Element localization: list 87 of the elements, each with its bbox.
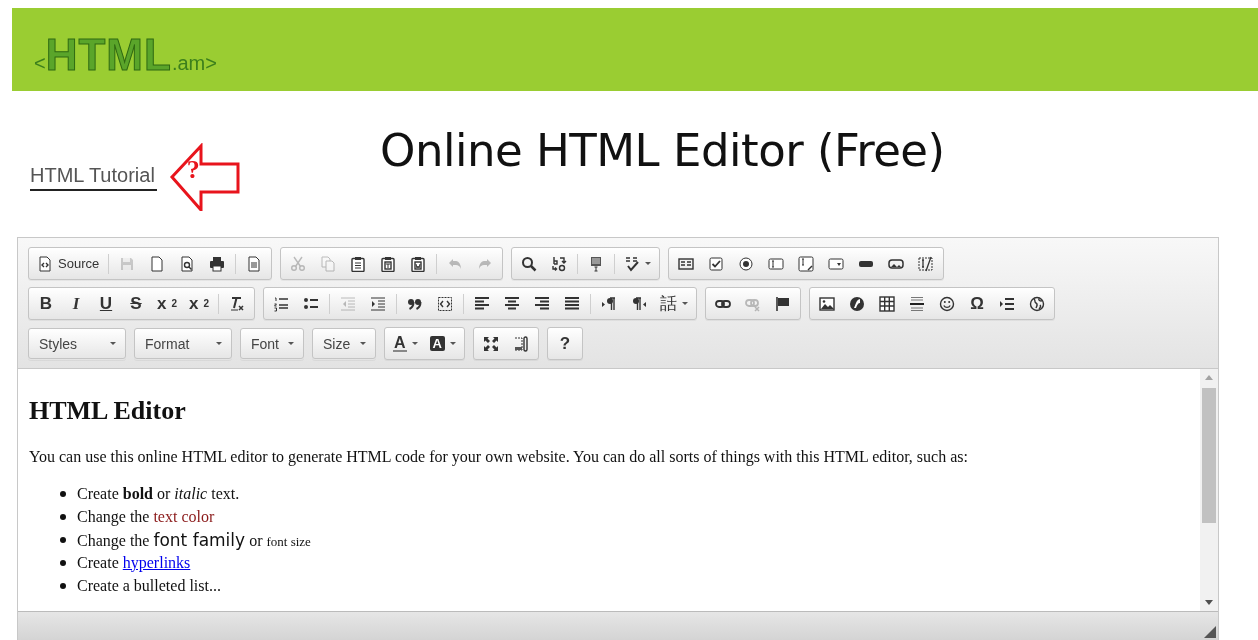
lightning-circle-icon <box>849 295 866 312</box>
indent-icon <box>370 295 387 312</box>
logo-bracket: < <box>34 52 46 75</box>
align-right-icon <box>534 295 551 312</box>
clipboard-icon <box>350 255 367 272</box>
logo-suffix: .am> <box>171 52 217 75</box>
caret-icon <box>411 342 418 345</box>
checkbox-icon <box>708 255 725 272</box>
strikethrough-button[interactable]: S <box>122 290 150 317</box>
caret-icon <box>682 302 689 305</box>
list-item: Change the font family or font size <box>77 529 311 550</box>
underline-button[interactable]: U <box>92 290 120 317</box>
outdent-icon <box>340 295 357 312</box>
globe-icon <box>1029 295 1046 312</box>
caret-icon <box>645 262 652 265</box>
hidden-field-icon <box>918 255 935 272</box>
bullet-icon <box>60 514 66 520</box>
left-arrow-icon <box>168 143 241 211</box>
copy-icon <box>320 255 337 272</box>
hyperlink[interactable]: hyperlinks <box>122 553 191 571</box>
dropdown-select[interactable]: Styles <box>28 328 126 359</box>
document-lines-icon <box>246 255 263 272</box>
bullet-icon <box>60 491 66 497</box>
scissors-icon <box>290 255 307 272</box>
paragraph-direction-icon <box>631 295 648 312</box>
horizontal-line-icon <box>909 295 926 312</box>
source-button[interactable]: Source <box>32 250 105 277</box>
document-code-icon <box>37 255 53 272</box>
clear-format-icon <box>229 295 246 312</box>
clipboard-icon <box>380 255 397 272</box>
list-item: Create hyperlinks <box>77 553 191 572</box>
justify-icon <box>564 295 581 312</box>
toolbar-button[interactable]: Ω <box>963 290 992 317</box>
caret-icon <box>449 342 456 345</box>
content-heading: HTML Editor <box>29 396 187 426</box>
list-item: Create bold or italic text. <box>77 484 240 503</box>
show-blocks-icon <box>512 335 529 352</box>
toolbar-button[interactable]: ? <box>550 330 579 357</box>
flag-icon <box>775 295 792 312</box>
scroll-down-arrow-icon[interactable] <box>1205 600 1213 605</box>
background-color-button[interactable]: A <box>424 330 461 357</box>
caret-icon <box>110 342 116 345</box>
table-icon <box>879 295 896 312</box>
image-icon <box>819 295 836 312</box>
radio-button-icon <box>738 255 755 272</box>
page-magnifier-icon <box>179 255 196 272</box>
blank-page-icon <box>149 255 166 272</box>
caret-icon <box>216 342 222 345</box>
list-item: Change the text color <box>77 507 215 526</box>
vertical-scrollbar[interactable] <box>1200 369 1218 611</box>
italic-button[interactable]: I <box>62 290 90 317</box>
content-paragraph: You can use this online HTML editor to generate HTML code for your own website. You can do all sorts of things with this HTML editor, such as: <box>29 448 969 466</box>
bullet-icon <box>60 537 66 543</box>
text-color-button[interactable]: A <box>388 330 423 357</box>
form-icon <box>678 255 695 272</box>
caret-icon <box>288 342 294 345</box>
maximize-icon <box>482 335 499 352</box>
align-center-icon <box>504 295 521 312</box>
dropdown-select[interactable]: Size <box>312 328 376 359</box>
dropdown-select[interactable]: Format <box>134 328 232 359</box>
logo-text: HTML <box>45 30 172 80</box>
list-item: Create a bulleted list... <box>77 576 221 595</box>
bullet-icon <box>60 583 66 589</box>
tutorial-link[interactable]: HTML Tutorial <box>30 163 157 191</box>
bullet-icon <box>60 560 66 566</box>
numbered-list-icon <box>273 295 290 312</box>
search-icon <box>521 255 538 272</box>
page-break-icon <box>999 295 1016 312</box>
dropdown-select[interactable]: Font <box>240 328 304 359</box>
smiley-icon <box>939 295 956 312</box>
text-field-icon <box>768 255 785 272</box>
caret-icon <box>360 342 366 345</box>
toolbar-button[interactable]: 話 <box>655 290 694 317</box>
question-mark: ? <box>186 155 200 185</box>
resize-grip-icon[interactable] <box>1204 626 1216 638</box>
page-title: Online HTML Editor (Free) <box>380 124 945 177</box>
paragraph-direction-icon <box>601 295 618 312</box>
replace-icon <box>551 255 568 272</box>
clipboard-icon <box>410 255 427 272</box>
select-field-icon <box>828 255 845 272</box>
printer-icon <box>209 255 226 272</box>
text-area-icon <box>798 255 815 272</box>
align-left-icon <box>474 295 491 312</box>
bold-button[interactable]: B <box>32 290 60 317</box>
div-container-icon <box>437 295 454 312</box>
bulleted-list-icon <box>303 295 320 312</box>
spellcheck-icon <box>624 255 641 272</box>
